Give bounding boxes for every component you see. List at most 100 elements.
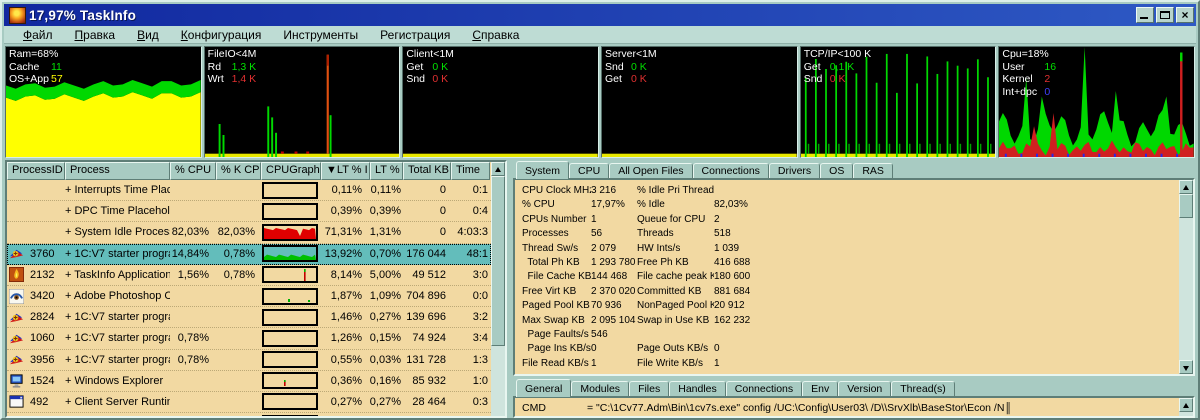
info-value: 2 370 020 xyxy=(591,286,637,300)
process-row[interactable]: + System Idle Process82,03%82,03%71,31%7… xyxy=(7,222,491,243)
cpu-graph-cell xyxy=(261,392,321,412)
tab-general[interactable]: General xyxy=(516,379,571,397)
info-label: Paged Pool KB xyxy=(522,300,591,314)
process-row-492[interactable]: 492+ Client Server Runtin0,27%0,27%28 46… xyxy=(7,392,491,413)
info-label: NonPaged Pool KB xyxy=(637,300,714,314)
process-id: 3760 xyxy=(30,248,54,260)
tab-cpu[interactable]: CPU xyxy=(569,163,609,178)
cpu-graph-cell xyxy=(261,244,321,264)
tab-modules[interactable]: Modules xyxy=(571,381,629,396)
kernel-cpu-percent xyxy=(216,180,261,200)
info-label: File cache peak KB xyxy=(637,271,714,285)
process-name: + System Idle Process xyxy=(65,222,170,242)
total-kb: 74 924 xyxy=(403,328,451,348)
time: 0:0 xyxy=(451,286,490,306)
menu-item-Конфигурация[interactable]: Конфигурация xyxy=(170,28,273,42)
lt-percent: 13,92% xyxy=(321,244,370,264)
tab-os[interactable]: OS xyxy=(820,163,853,178)
tab-system[interactable]: System xyxy=(516,161,569,179)
process-row-3420[interactable]: 3420+ Adobe Photoshop C1,87%1,09%704 896… xyxy=(7,286,491,307)
tab-connections[interactable]: Connections xyxy=(726,381,802,396)
lt-kernel-percent: 1,09% xyxy=(370,286,403,306)
graph-labels-server: Server<1MSnd0 KGet0 K xyxy=(605,48,657,86)
cpu-graph-cell xyxy=(261,307,321,327)
maximize-button[interactable] xyxy=(1156,7,1174,23)
graph-label: Cache xyxy=(9,61,51,74)
column-header-lti[interactable]: ▼LT % I xyxy=(321,162,370,180)
process-row-3760[interactable]: 3760+ 1C:V7 starter progra14,84%0,78%13,… xyxy=(7,244,491,265)
scroll-thumb[interactable] xyxy=(1179,194,1193,218)
column-header-cpugraph[interactable]: CPUGraph xyxy=(261,162,321,180)
graph-value: 1,3 K xyxy=(232,61,257,73)
column-header-ltk[interactable]: LT % K xyxy=(370,162,403,180)
system-panel-scrollbar[interactable] xyxy=(1179,180,1193,374)
process-table-scrollbar[interactable] xyxy=(491,162,505,416)
process-id: 3956 xyxy=(30,354,54,366)
cpu-percent xyxy=(170,201,216,221)
time: 1:3 xyxy=(451,350,490,370)
column-header-totalkb[interactable]: Total KB xyxy=(403,162,451,180)
process-row[interactable]: + DPC Time Placehol0,39%0,39%00:4 xyxy=(7,201,491,222)
cpu-graph-box xyxy=(262,330,318,347)
process-row-2824[interactable]: 2824+ 1C:V7 starter progra1,46%0,27%139 … xyxy=(7,307,491,328)
system-panel-content: CPU Clock MHz3 216% Idle Pri Threads% CP… xyxy=(513,178,1195,376)
cpu-graph-box xyxy=(262,288,318,305)
graph-strip: Ram=68%Cache11OS+App57FileIO<4MRd1,3 KWr… xyxy=(4,45,1196,159)
column-header-kcpu[interactable]: % K CPU xyxy=(216,162,261,180)
process-row[interactable]: + Interrupts Time Plac0,11%0,11%00:1 xyxy=(7,180,491,201)
info-label: File Read KB/s xyxy=(522,358,591,372)
graph-labels-tcpip: TCP/IP<100 KGet0,1 KSnd0 K xyxy=(804,48,871,86)
tab-thread-s-[interactable]: Thread(s) xyxy=(891,381,955,396)
scroll-up-button[interactable] xyxy=(1179,180,1193,194)
lt-percent: 0,55% xyxy=(321,350,370,370)
app-icon[interactable] xyxy=(9,7,26,24)
column-header-cpu[interactable]: % CPU xyxy=(170,162,216,180)
menu-item-Файл[interactable]: Файл xyxy=(12,28,64,42)
tab-files[interactable]: Files xyxy=(629,381,669,396)
process-row-3956[interactable]: 3956+ 1C:V7 starter progra0,78%0,55%0,03… xyxy=(7,350,491,371)
menu-item-Инструменты[interactable]: Инструменты xyxy=(272,28,369,42)
info-value: 1 xyxy=(591,214,637,228)
tab-connections[interactable]: Connections xyxy=(693,163,769,178)
graph-labels-fileio: FileIO<4MRd1,3 KWrt1,4 K xyxy=(208,48,257,86)
process-name: + Adobe Photoshop C xyxy=(65,286,170,306)
tab-ras[interactable]: RAS xyxy=(853,163,893,178)
process-details-grid: CMD= "C:\1Cv77.Adm\Bin\1cv7s.exe" config… xyxy=(522,402,1175,416)
tab-version[interactable]: Version xyxy=(838,381,891,396)
tab-drivers[interactable]: Drivers xyxy=(769,163,820,178)
process-row-4[interactable]: 4+ System0,12%0,12%1 9401:0 xyxy=(7,413,491,416)
graph-panel-cpu: Cpu=18%User16Kernel2Int+dpc0 xyxy=(998,46,1195,158)
process-row-2132[interactable]: 2132+ TaskInfo Application1,56%0,78%8,14… xyxy=(7,265,491,286)
info-label: % Idle xyxy=(637,199,714,213)
menu-item-Правка[interactable]: Правка xyxy=(64,28,127,42)
tab-handles[interactable]: Handles xyxy=(669,381,726,396)
scroll-up-button[interactable] xyxy=(491,162,505,176)
column-header-processid[interactable]: ProcessID xyxy=(7,162,65,180)
process-row-1060[interactable]: 1060+ 1C:V7 starter progra0,78%1,26%0,15… xyxy=(7,328,491,349)
menu-item-Регистрация[interactable]: Регистрация xyxy=(369,28,461,42)
column-header-process[interactable]: Process xyxy=(65,162,170,180)
kernel-cpu-percent xyxy=(216,413,261,416)
main-area: ProcessIDProcess% CPU% K CPUCPUGraph▼LT … xyxy=(4,159,1196,418)
process-row-1524[interactable]: 1524+ Windows Explorer0,36%0,16%85 9321:… xyxy=(7,371,491,392)
graph-labels-client: Client<1MGet0 KSnd0 K xyxy=(406,48,454,86)
process-id-cell xyxy=(7,222,65,242)
cpu-graph-box xyxy=(262,245,318,262)
scroll-down-button[interactable] xyxy=(1179,360,1193,374)
column-header-time[interactable]: Time xyxy=(451,162,490,180)
time: 0:4 xyxy=(451,201,490,221)
close-button[interactable]: × xyxy=(1176,7,1194,23)
menu-item-Вид[interactable]: Вид xyxy=(126,28,170,42)
tab-all-open-files[interactable]: All Open Files xyxy=(609,163,692,178)
tab-env[interactable]: Env xyxy=(802,381,838,396)
graph-line: TCP/IP<100 K xyxy=(804,48,871,61)
minimize-button[interactable] xyxy=(1136,7,1154,23)
process-name: + DPC Time Placehol xyxy=(65,201,170,221)
menu-item-Справка[interactable]: Справка xyxy=(461,28,530,42)
scroll-thumb[interactable] xyxy=(491,176,505,346)
lt-kernel-percent: 71,31% xyxy=(370,222,403,242)
scroll-up-button[interactable] xyxy=(1179,398,1193,412)
process-details-scrollbar[interactable] xyxy=(1179,398,1193,416)
info-label: Page Faults/s xyxy=(522,329,591,343)
graph-label: Snd xyxy=(804,73,830,86)
